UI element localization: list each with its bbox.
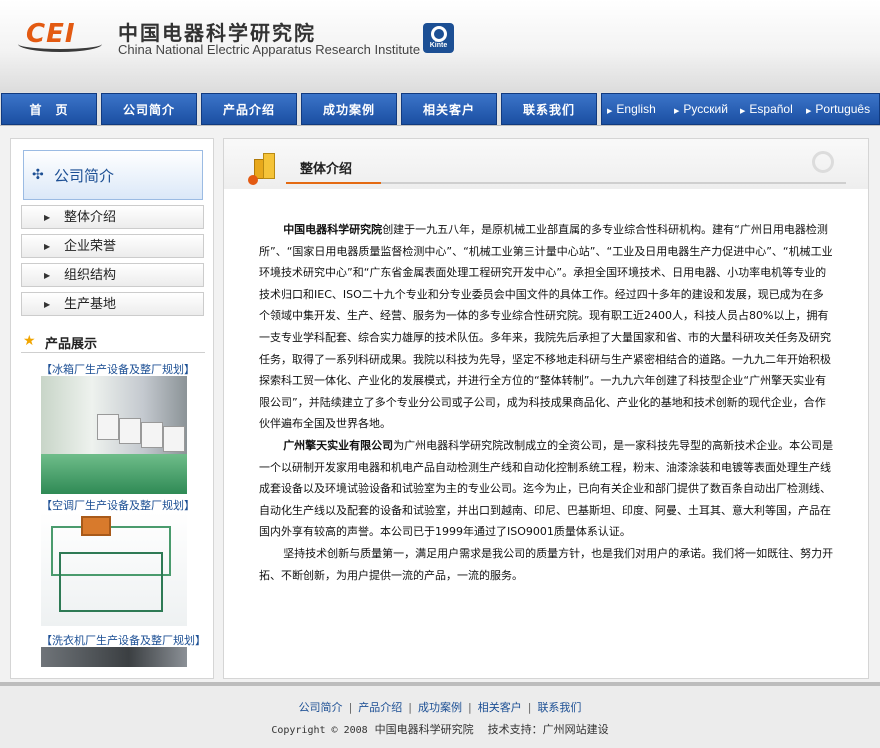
- paragraph-2: 广州擎天实业有限公司为广州电器科学研究院改制成立的全资公司，是一家科技先导型的高…: [259, 435, 834, 543]
- arrow-right-icon: ▶: [607, 108, 613, 115]
- image-unit: [119, 418, 141, 444]
- lang-label: Português: [815, 102, 871, 116]
- product-caption-ac[interactable]: 【空调厂生产设备及整厂规划】: [41, 497, 201, 513]
- tech-support: 技术支持：广州网站建设: [487, 723, 609, 736]
- lang-russian[interactable]: ▶ Русский: [674, 94, 728, 124]
- footer-link-company[interactable]: 公司简介: [299, 701, 343, 714]
- page-title: 整体介绍: [300, 162, 353, 177]
- main-nav: 首 页 公司简介 产品介绍 成功案例 相关客户 联系我们 ▶ English ▶ Р…: [0, 92, 880, 126]
- book-shape: [263, 153, 275, 179]
- move-cross-icon: ✣: [32, 167, 44, 183]
- site-footer: 公司简介 | 产品介绍 | 成功案例 | 相关客户 | 联系我们 Copyright © 200…: [0, 682, 880, 748]
- sidebar-title-box: ✣ 公司简介: [23, 150, 203, 200]
- logo-swoosh-icon: [18, 36, 102, 52]
- products-heading: ★ 产品展示: [21, 331, 205, 353]
- star-icon: ★: [23, 333, 36, 349]
- nav-home[interactable]: 首 页: [1, 93, 97, 125]
- nav-cases[interactable]: 成功案例: [301, 93, 397, 125]
- nav-contact[interactable]: 联系我们: [501, 93, 597, 125]
- arrow-right-icon: ▶: [674, 108, 680, 115]
- footer-link-contact[interactable]: 联系我们: [537, 701, 581, 714]
- title-divider-accent: [286, 182, 381, 184]
- image-unit: [97, 414, 119, 440]
- separator: |: [468, 701, 472, 714]
- copyright: Copyright © 2008 中国电器科学研究院 技术支持：广州网站建设: [0, 721, 880, 737]
- paragraph-2-text: 为广州电器科学研究院改制成立的全资公司，是一家科技先导型的高新技术企业。本公司是…: [259, 438, 834, 539]
- nav-clients[interactable]: 相关客户: [401, 93, 497, 125]
- dot-shape: [248, 175, 258, 185]
- org-name-bold: 中国电器科学研究院: [283, 223, 383, 236]
- sidebar-item-label: 组织结构: [64, 268, 117, 283]
- title-divider: [286, 182, 846, 184]
- footer-link-cases[interactable]: 成功案例: [418, 701, 462, 714]
- footer-link-clients[interactable]: 相关客户: [478, 701, 522, 714]
- sidebar-item-overview[interactable]: ▶ 整体介绍: [21, 205, 204, 229]
- image-floor: [41, 454, 187, 494]
- paragraph-3: 坚持技术创新与质量第一，满足用户需求是我公司的质量方针，也是我们对用户的承诺。我…: [259, 546, 834, 582]
- paragraph-1-text: 创建于一九五八年，是原机械工业部直属的多专业综合性科研机构。建有“广州日用电器检…: [259, 223, 833, 431]
- image-frame: [59, 552, 163, 612]
- copyright-org: 中国电器科学研究院: [374, 723, 474, 736]
- sidebar-item-structure[interactable]: ▶ 组织结构: [21, 263, 204, 287]
- footer-links: 公司简介 | 产品介绍 | 成功案例 | 相关客户 | 联系我们: [0, 699, 880, 715]
- main-content: 整体介绍 中国电器科学研究院创建于一九五八年，是原机械工业部直属的多专业综合性科…: [223, 138, 869, 679]
- arrow-right-icon: ▶: [806, 108, 812, 115]
- separator: |: [348, 701, 353, 714]
- content-header: 整体介绍: [224, 139, 868, 189]
- product-image-fridge[interactable]: [41, 376, 187, 494]
- product-image-ac[interactable]: [41, 512, 187, 626]
- sidebar-item-honors[interactable]: ▶ 企业荣誉: [21, 234, 204, 258]
- lang-english[interactable]: ▶ English: [607, 94, 656, 124]
- sidebar-title: 公司简介: [54, 167, 115, 185]
- paragraph-1: 中国电器科学研究院创建于一九五八年，是原机械工业部直属的多专业综合性科研机构。建…: [259, 219, 834, 435]
- badge-ring-icon: [430, 26, 447, 42]
- org-name-en: China National Electric Apparatus Resear…: [118, 42, 421, 57]
- image-frame: [81, 516, 111, 536]
- sidebar-item-label: 企业荣誉: [64, 239, 117, 254]
- lang-label: Español: [749, 102, 793, 116]
- intro-text: 中国电器科学研究院创建于一九五八年，是原机械工业部直属的多专业综合性科研机构。建…: [259, 219, 834, 586]
- triangle-right-icon: ▶: [44, 271, 51, 280]
- products-heading-label: 产品展示: [45, 337, 98, 352]
- arrow-right-icon: ▶: [740, 108, 746, 115]
- sidebar: ✣ 公司简介 ▶ 整体介绍 ▶ 企业荣誉 ▶ 组织结构 ▶ 生产基地 ★ 产品展…: [10, 138, 214, 679]
- separator: |: [408, 701, 412, 714]
- triangle-right-icon: ▶: [44, 213, 51, 222]
- product-caption-fridge[interactable]: 【冰箱厂生产设备及整厂规划】: [41, 361, 201, 377]
- image-unit: [163, 426, 185, 452]
- sidebar-item-production-base[interactable]: ▶ 生产基地: [21, 292, 204, 316]
- sidebar-item-label: 整体介绍: [64, 210, 117, 225]
- product-caption-washer[interactable]: 【洗衣机厂生产设备及整厂规划】: [41, 632, 206, 648]
- badge-text: Kinte: [429, 42, 448, 49]
- lang-spanish[interactable]: ▶ Español: [740, 94, 793, 124]
- language-bar: ▶ English ▶ Русский ▶ Español ▶ Português: [601, 93, 880, 125]
- nav-products[interactable]: 产品介绍: [201, 93, 297, 125]
- triangle-right-icon: ▶: [44, 300, 51, 309]
- nav-company-intro[interactable]: 公司简介: [101, 93, 197, 125]
- lang-label: Русский: [683, 102, 728, 116]
- sidebar-item-label: 生产基地: [64, 297, 117, 312]
- image-unit: [141, 422, 163, 448]
- triangle-right-icon: ▶: [44, 242, 51, 251]
- copyright-year: Copyright © 2008: [271, 725, 368, 736]
- lang-label: English: [616, 102, 656, 116]
- magnifier-icon: [812, 151, 834, 173]
- product-image-washer[interactable]: [41, 647, 187, 667]
- separator: |: [527, 701, 532, 714]
- company-name-bold: 广州擎天实业有限公司: [283, 438, 394, 452]
- site-header: CEI 中国电器科学研究院 China National Electric Ap…: [0, 0, 880, 92]
- books-icon: [248, 153, 278, 185]
- kinte-badge-icon: Kinte: [423, 23, 454, 53]
- lang-portuguese[interactable]: ▶ Português: [806, 94, 870, 124]
- footer-link-products[interactable]: 产品介绍: [358, 701, 402, 714]
